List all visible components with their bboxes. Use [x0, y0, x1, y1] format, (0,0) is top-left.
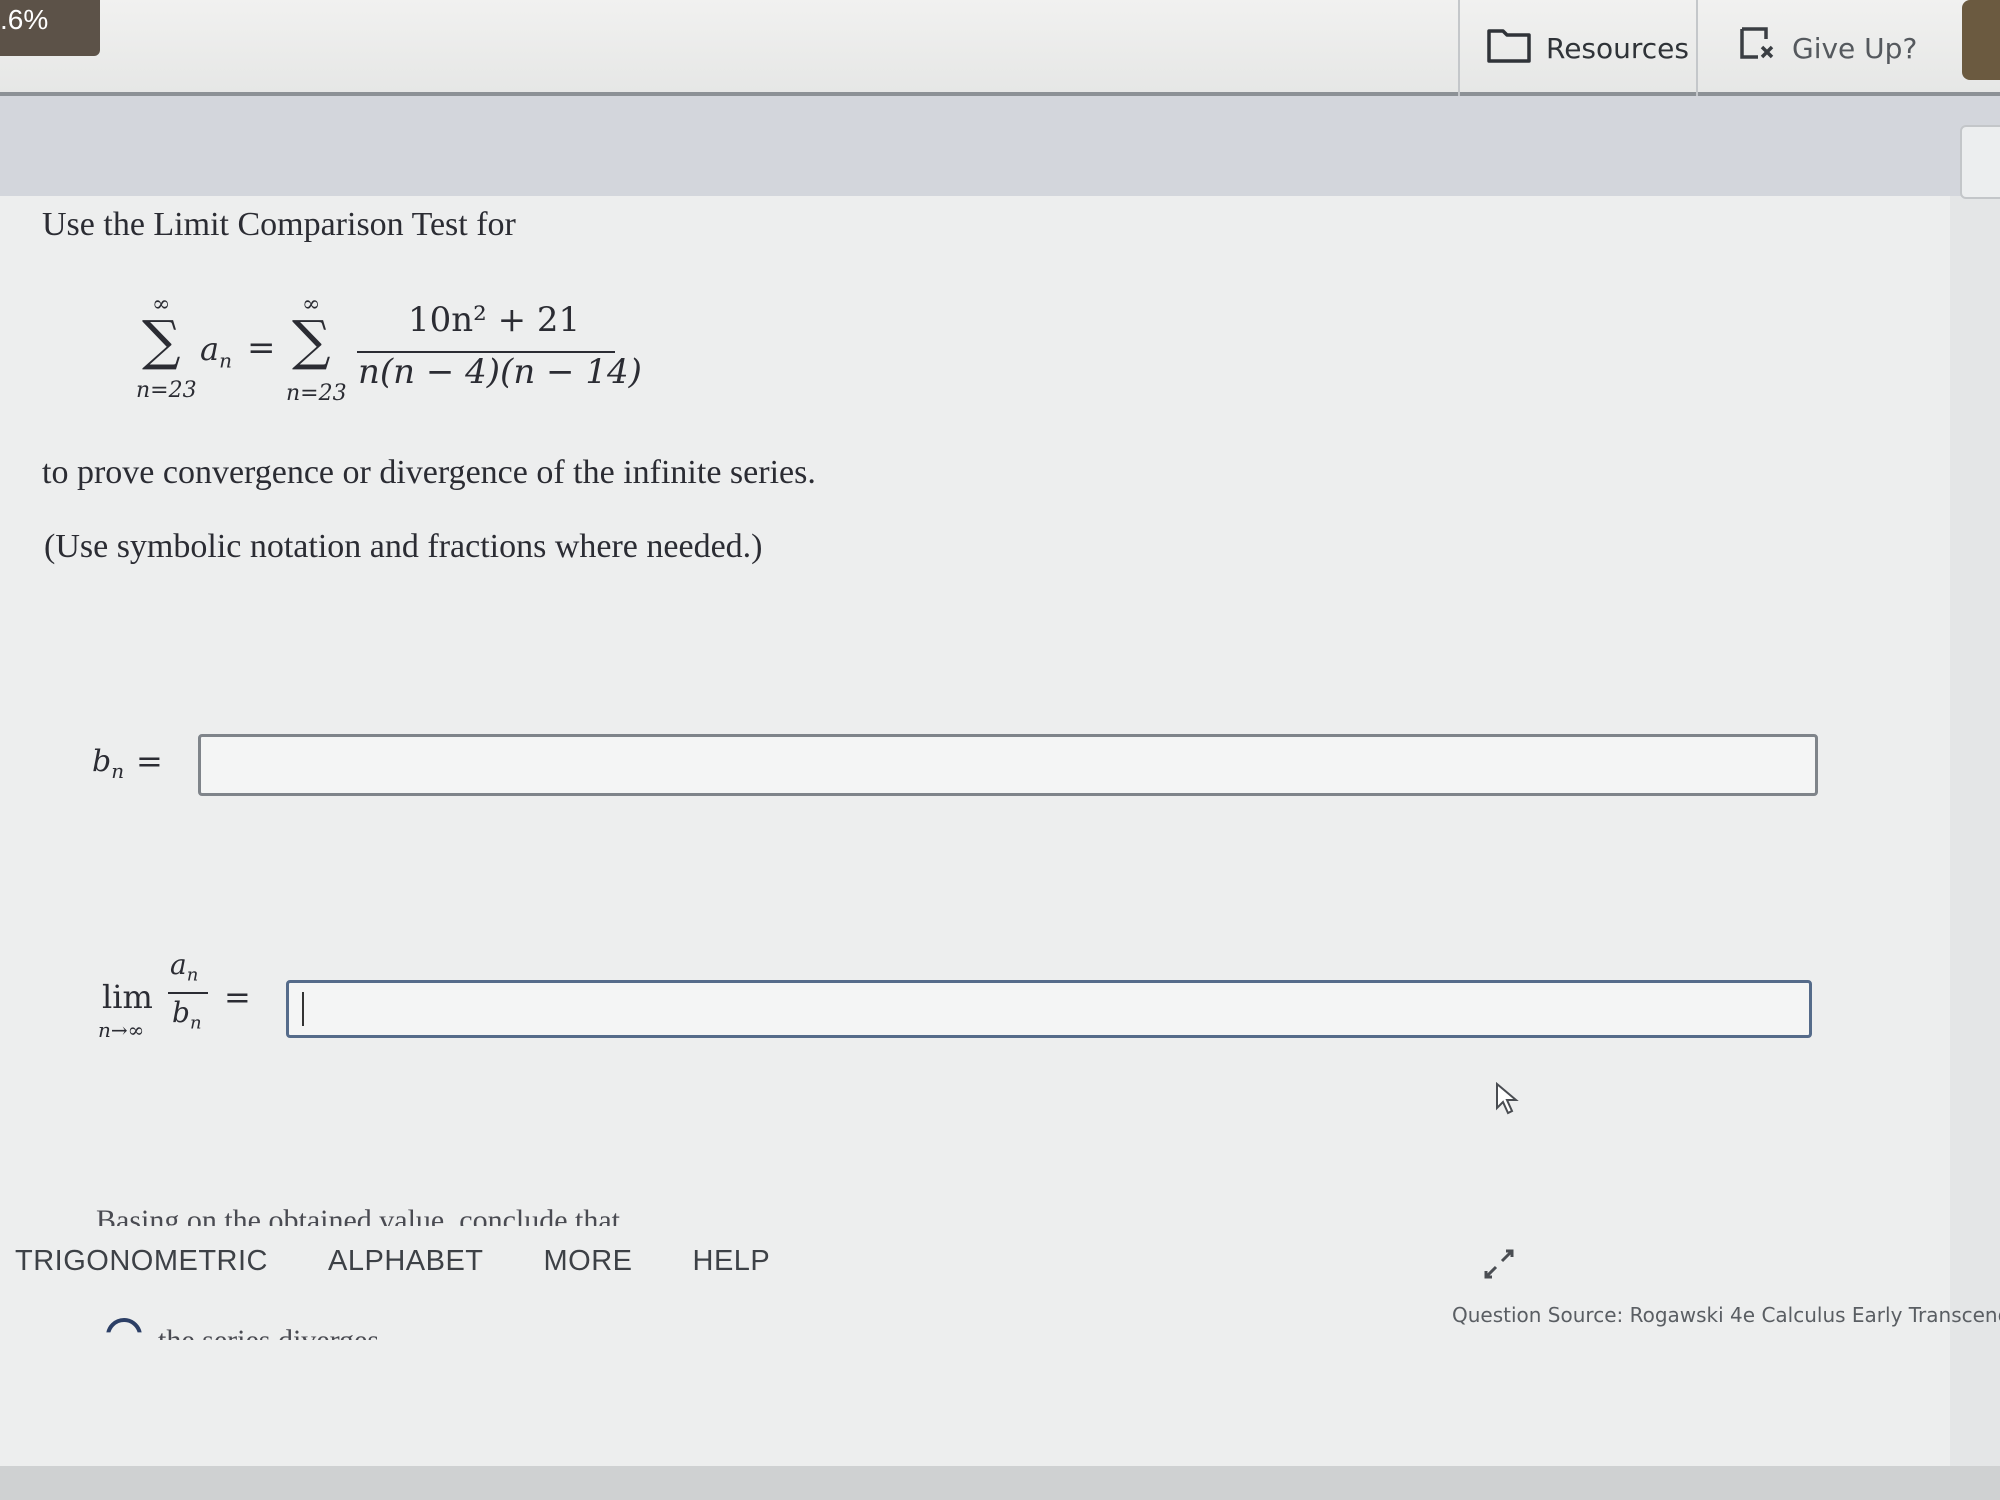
sum2-lower-limit: n=23: [286, 381, 347, 406]
bn-subscript: n: [111, 759, 125, 783]
option-label: the series diverges: [158, 1324, 379, 1340]
give-up-button[interactable]: Give Up?: [1698, 0, 1928, 96]
bn-letter: b: [92, 744, 112, 779]
resources-button[interactable]: Resources: [1458, 0, 1698, 96]
resources-label: Resources: [1546, 31, 1689, 65]
side-tab[interactable]: [1960, 125, 2000, 199]
limit-numerator: an: [170, 948, 198, 986]
expand-icon[interactable]: [1480, 1245, 1518, 1288]
top-bar: .6% Resources Give Up?: [0, 0, 2000, 96]
question-note: (Use symbolic notation and fractions whe…: [44, 528, 763, 565]
question-intro: Use the Limit Comparison Test for: [42, 206, 516, 243]
limit-input[interactable]: [286, 980, 1812, 1038]
a-term-letter: a: [200, 330, 220, 368]
bn-input[interactable]: [198, 734, 1818, 796]
give-up-label: Give Up?: [1792, 31, 1918, 65]
toolbar-alphabet[interactable]: ALPHABET: [328, 1245, 484, 1278]
a-term-subscript: n: [219, 348, 232, 373]
limit-num-letter: a: [170, 948, 187, 981]
question-banner: [0, 96, 2000, 196]
mouse-pointer-icon: [1495, 1081, 1521, 1121]
screen-bezel: [0, 1466, 2000, 1500]
bn-label: bn: [92, 744, 124, 783]
sum2-symbol: ∑: [292, 309, 331, 372]
toolbar-help[interactable]: HELP: [693, 1245, 771, 1278]
fraction-numerator: 10n² + 21: [408, 300, 581, 340]
limit-denominator: bn: [172, 996, 202, 1034]
bn-equals: =: [136, 742, 163, 780]
toolbar-trigonometric[interactable]: TRIGONOMETRIC: [15, 1245, 268, 1278]
limit-num-subscript: n: [186, 964, 199, 986]
give-up-icon: [1738, 25, 1778, 72]
question-source: Question Source: Rogawski 4e Calculus Ea…: [1452, 1303, 2000, 1327]
limit-fraction-bar: [168, 992, 208, 994]
sum-lower-limit: n=23: [136, 378, 197, 403]
text-caret: [302, 992, 304, 1026]
question-instruction: to prove convergence or divergence of th…: [42, 454, 816, 491]
folder-icon: [1486, 25, 1532, 72]
score-badge: .6%: [0, 0, 100, 56]
conclude-prompt: Basing on the obtained value, conclude t…: [96, 1204, 621, 1226]
sum-symbol: ∑: [142, 309, 181, 372]
a-n-term: an: [200, 330, 232, 372]
toolbar-more[interactable]: MORE: [544, 1245, 633, 1278]
fraction-denominator: n(n − 4)(n − 14): [358, 352, 642, 392]
lim-subscript: n→∞: [98, 1018, 145, 1042]
limit-den-letter: b: [172, 996, 190, 1029]
series-equals: =: [247, 328, 276, 368]
lim-text: lim: [102, 978, 153, 1016]
limit-equals: =: [224, 978, 251, 1016]
limit-den-subscript: n: [189, 1012, 202, 1034]
menu-tab[interactable]: [1962, 0, 2000, 80]
math-toolbar: TRIGONOMETRIC ALPHABET MORE HELP: [0, 1245, 830, 1278]
